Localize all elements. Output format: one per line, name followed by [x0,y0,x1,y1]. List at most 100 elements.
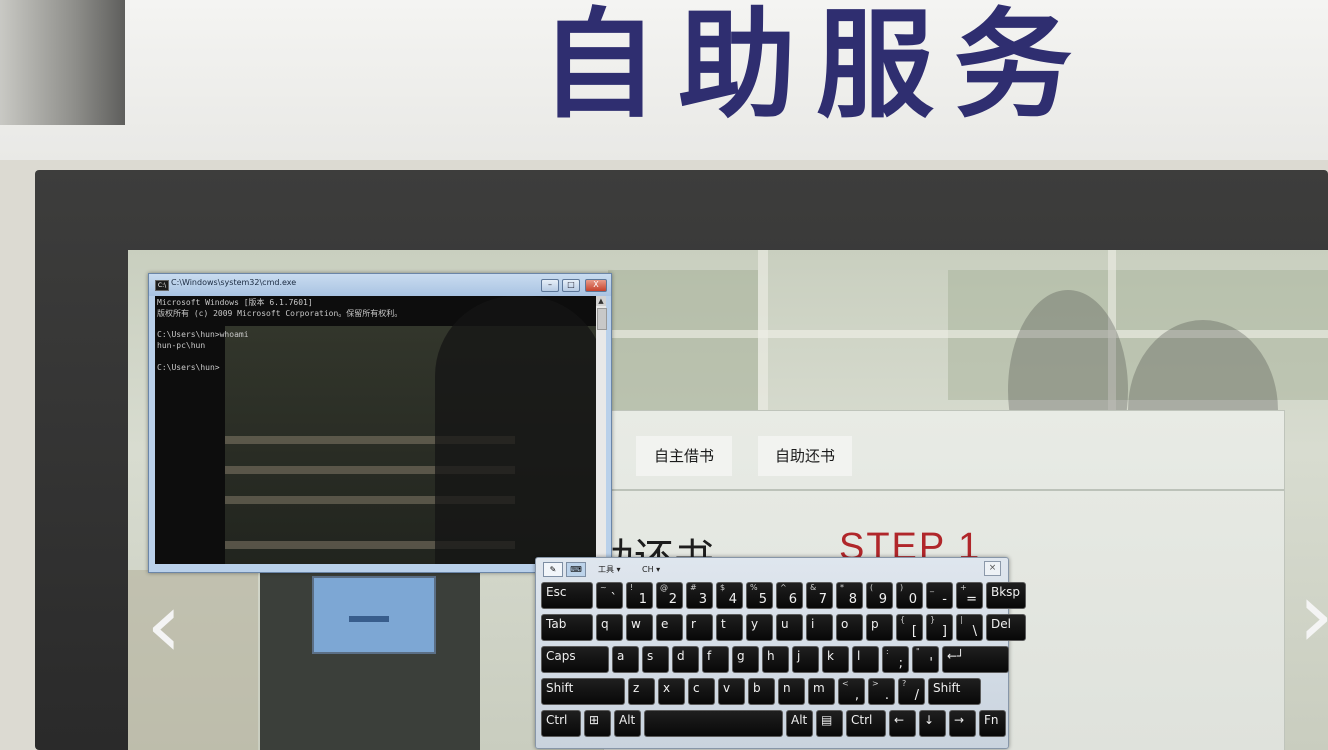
key-x[interactable]: x [658,678,685,705]
key-sym-3-8[interactable]: <, [838,678,865,705]
key-shift[interactable]: Shift [541,678,625,705]
key-5[interactable]: % 5 [746,582,773,609]
key-c[interactable]: c [688,678,715,705]
tools-menu[interactable]: 工具 ▾ [598,563,621,577]
key-label: Tab [546,617,567,631]
key-esc[interactable]: Esc [541,582,593,609]
key-sym-2-12[interactable]: ←┘ [942,646,1009,673]
key-e[interactable]: e [656,614,683,641]
tab-borrow[interactable]: 自主借书 [636,436,732,476]
key-sym-0-1[interactable]: ~ ` [596,582,623,609]
key-ctrl[interactable]: Ctrl [541,710,581,737]
key-shift-label: @ [660,583,668,592]
key-6[interactable]: ^ 6 [776,582,803,609]
key-sym-0-12[interactable]: _ - [926,582,953,609]
key-t[interactable]: t [716,614,743,641]
close-button[interactable]: X [585,279,607,292]
key-label: . [884,688,889,703]
thumbnail-screen-bar [349,616,389,622]
key-shift-label: ^ [780,583,787,592]
cmd-titlebar[interactable]: C:\ C:\Windows\system32\cmd.exe – □ X [149,274,611,296]
key-sym-4-1[interactable]: ⊞ [584,710,611,737]
key-label: ↓ [924,713,935,727]
key-w[interactable]: w [626,614,653,641]
key-del[interactable]: Del [986,614,1026,641]
key-h[interactable]: h [762,646,789,673]
key-j[interactable]: j [792,646,819,673]
on-screen-keyboard[interactable]: ✎ ⌨ 工具 ▾ CH ▾ × Esc ~ `! 1 @2 #3 $4% 5 ^ 6 & 7 * 8(9)… [535,557,1026,749]
cmd-window[interactable]: C:\ C:\Windows\system32\cmd.exe – □ X Mi… [148,273,612,573]
key-sym-4-5[interactable]: ▤ [816,710,843,737]
tab-return[interactable]: 自助还书 [758,436,852,476]
handwriting-icon[interactable]: ✎ [543,562,563,577]
key-l[interactable]: l [852,646,879,673]
key-s[interactable]: s [642,646,669,673]
key-shift-label: _ [930,583,934,592]
key-v[interactable]: v [718,678,745,705]
maximize-button[interactable]: □ [562,279,580,292]
key-tab[interactable]: Tab [541,614,593,641]
key-q[interactable]: q [596,614,623,641]
keyboard-icon[interactable]: ⌨ [566,562,586,577]
cmd-scrollbar[interactable]: ▲ [596,296,607,564]
scroll-thumb[interactable] [597,308,607,330]
key-alt[interactable]: Alt [614,710,641,737]
key-y[interactable]: y [746,614,773,641]
cmd-console[interactable]: Microsoft Windows [版本 6.1.7601] 版权所有 (c)… [155,296,596,564]
key-ctrl[interactable]: Ctrl [846,710,886,737]
key-4[interactable]: $4 [716,582,743,609]
key-space[interactable] [644,710,783,737]
key-sym-3-10[interactable]: ? / [898,678,925,705]
key-z[interactable]: z [628,678,655,705]
key-sym-2-10[interactable]: :; [882,646,909,673]
key-sym-2-11[interactable]: " ' [912,646,939,673]
key-7[interactable]: & 7 [806,582,833,609]
key-label: 2 [668,592,677,607]
key-shift-label: $ [720,583,726,592]
key-0[interactable]: ) 0 [896,582,923,609]
key-sym-4-8[interactable]: ↓ [919,710,946,737]
thumbnail-image [260,570,480,750]
key-sym-3-9[interactable]: >. [868,678,895,705]
key-i[interactable]: i [806,614,833,641]
key-label: ⊞ [589,713,600,727]
sign-frame-edge [0,0,125,125]
key-sym-0-13[interactable]: + = [956,582,983,609]
key-b[interactable]: b [748,678,775,705]
scroll-up-icon[interactable]: ▲ [596,296,606,306]
key-u[interactable]: u [776,614,803,641]
key-fn[interactable]: Fn [979,710,1006,737]
key-p[interactable]: p [866,614,893,641]
key-caps[interactable]: Caps [541,646,609,673]
key-sym-1-12[interactable]: }] [926,614,953,641]
next-arrow-icon[interactable]: › [1298,571,1328,661]
keyboard-close-button[interactable]: × [984,561,1001,576]
key-shift-label: ~ [600,583,607,592]
key-8[interactable]: * 8 [836,582,863,609]
key-9[interactable]: (9 [866,582,893,609]
language-menu[interactable]: CH ▾ [642,563,660,577]
key-n[interactable]: n [778,678,805,705]
key-alt[interactable]: Alt [786,710,813,737]
key-sym-4-9[interactable]: → [949,710,976,737]
key-m[interactable]: m [808,678,835,705]
key-sym-1-11[interactable]: {[ [896,614,923,641]
key-a[interactable]: a [612,646,639,673]
key-3[interactable]: #3 [686,582,713,609]
key-label: z [633,681,640,695]
key-shift[interactable]: Shift [928,678,981,705]
key-k[interactable]: k [822,646,849,673]
key-1[interactable]: ! 1 [626,582,653,609]
key-sym-1-13[interactable]: | \ [956,614,983,641]
key-o[interactable]: o [836,614,863,641]
key-sym-4-7[interactable]: ← [889,710,916,737]
key-r[interactable]: r [686,614,713,641]
key-g[interactable]: g [732,646,759,673]
prev-arrow-icon[interactable]: ‹ [146,581,182,671]
key-2[interactable]: @2 [656,582,683,609]
key-shift-label: | [960,615,963,624]
minimize-button[interactable]: – [541,279,559,292]
key-f[interactable]: f [702,646,729,673]
key-bksp[interactable]: Bksp [986,582,1026,609]
key-d[interactable]: d [672,646,699,673]
